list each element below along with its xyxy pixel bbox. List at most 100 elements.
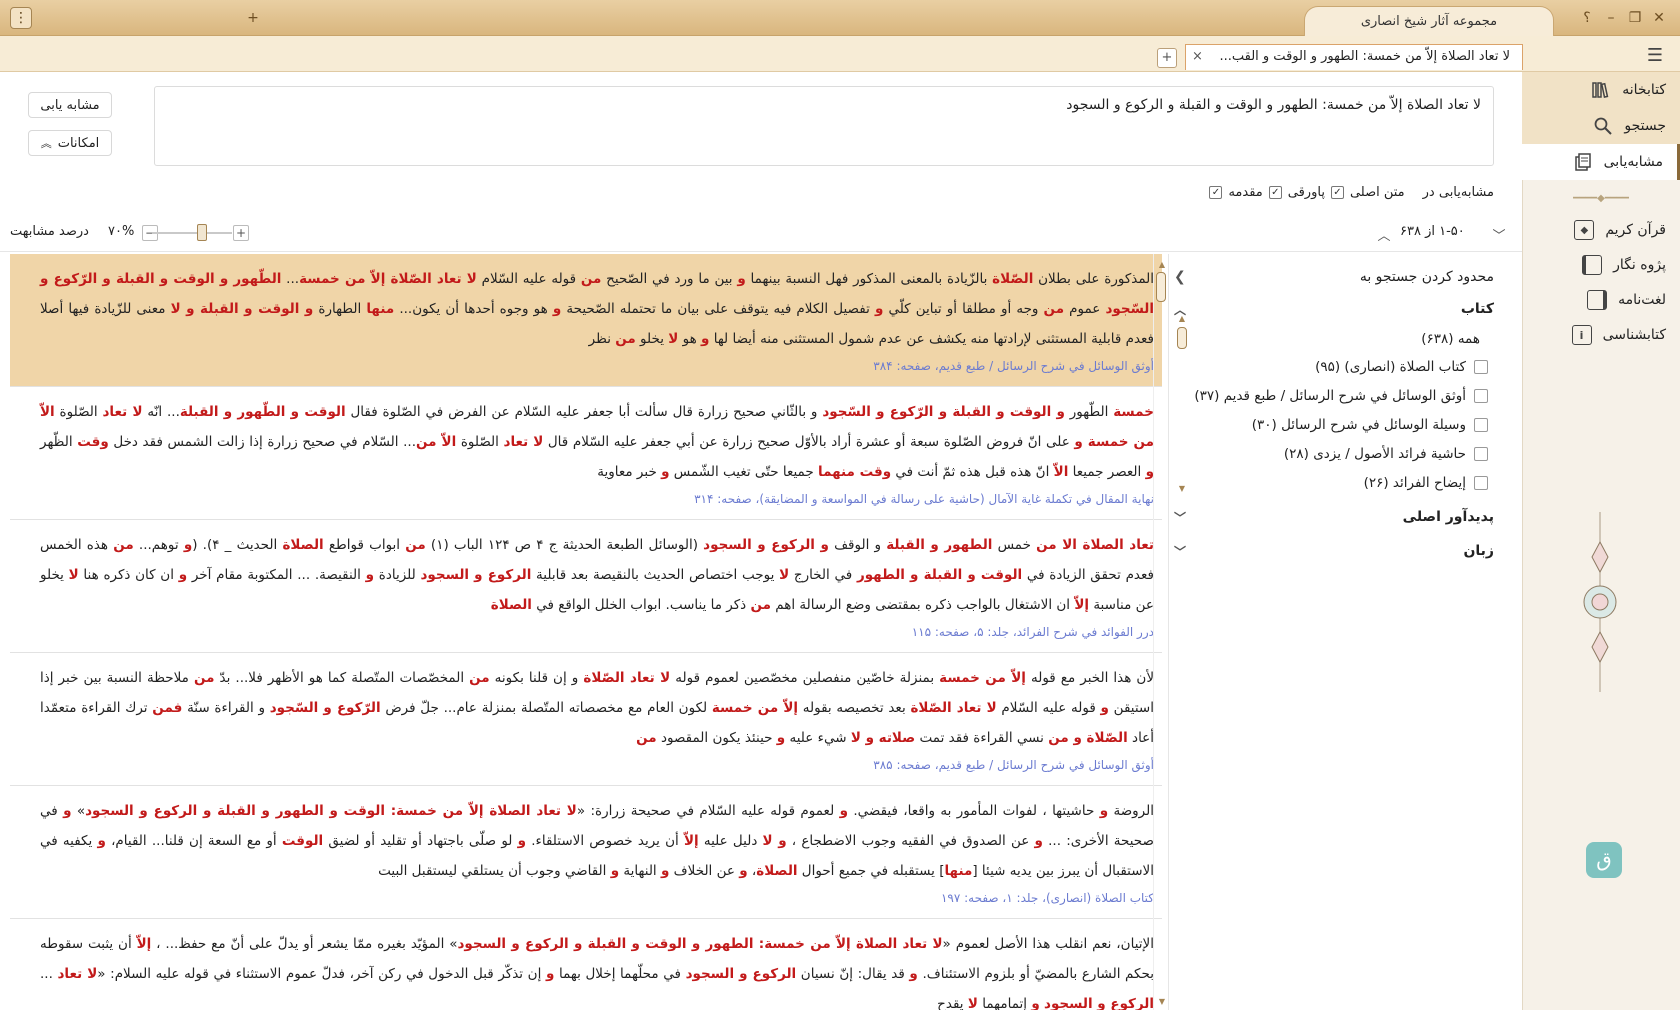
book-filter-row[interactable]: أوثق الوسائل في شرح الرسائل / طبع قديم (… [1188,383,1488,409]
previous-page-chevron-icon[interactable]: ︿ [1376,225,1392,244]
sidebar-item-label: کتابخانه [1622,82,1666,98]
query-input[interactable]: لا تعاد الصلاة إلاّ من خمسة: الطهور و ال… [154,86,1494,166]
book-filter-list: همه (۶۳۸) کتاب الصلاة (انصاری) (۹۵) أوثق … [1188,326,1508,498]
filter-panel: محدود کردن جستجو به ❯ کتاب ︿ ▲ ▼ همه (۶۳… [1168,254,1508,1010]
search-icon [1590,113,1616,139]
options-button[interactable]: امکانات ︽ [28,130,112,156]
result-item[interactable]: خمسة الطّهور و الوقت و القبلة و الرّكوع … [10,387,1162,520]
minimize-button[interactable]: – [1600,8,1622,28]
author-section-label: پدیدآور اصلی [1402,509,1494,525]
sidebar-item-similarity[interactable]: مشابه‌یابی [1522,144,1680,180]
book-section-header[interactable]: کتاب ︿ [1168,296,1508,322]
author-section-header[interactable]: پدیدآور اصلی ﹀ [1168,504,1508,530]
book-filter-label: حاشية فرائد الأصول / يزدى (۲۸) [1283,446,1466,462]
main-text-checkbox[interactable]: ✓ [1330,185,1344,199]
result-item[interactable]: لأن هذا الخبر مع قوله إلاّ من خمسة بمنزل… [10,653,1162,786]
similarity-icon [1570,149,1596,175]
result-text: لأن هذا الخبر مع قوله إلاّ من خمسة بمنزل… [40,670,1155,746]
book-list-scrollbar[interactable]: ▲ ▼ [1177,314,1187,494]
document-tab-label: لا تعاد الصلاة إلاّ من خمسة: الطهور و ال… [1219,49,1510,64]
sidebar-item-research-notes[interactable]: پژوه نگار [1522,247,1680,283]
dictionary-icon [1584,287,1610,313]
find-similar-button[interactable]: مشابه یابی [28,92,112,118]
ornament-divider: ━━━━◆━━━━ [1573,193,1629,204]
book-filter-label: همه (۶۳۸) [1421,331,1480,347]
intro-option-label: مقدمه [1228,184,1263,200]
sidebar-item-quran[interactable]: ◆ قرآن کریم [1522,212,1680,248]
sidebar: کتابخانه جستجو مشابه‌یابی ━━━━◆━━━━ ◆ قر… [1522,72,1680,1010]
sidebar-item-dictionary[interactable]: لغت‌نامه [1522,282,1680,318]
scroll-down-icon[interactable]: ▼ [1156,997,1165,1006]
notebook-icon [1579,252,1605,278]
results-list: المذكورة على بطلان الصّلاة بالزّيادة بال… [10,254,1162,1010]
restore-button[interactable]: ❐ [1624,8,1646,28]
result-source-link[interactable]: أوثق الوسائل في شرح الرسائل / طبع قديم، … [40,356,1154,376]
title-bar: مجموعه آثار شیخ انصاری + ؟ – ❐ ✕ ⋮ [0,0,1680,36]
chevron-down-icon: ﹀ [1174,510,1187,525]
book-filter-label: وسيلة الوسائل في شرح الرسائل (۳۰) [1251,417,1466,433]
book-filter-row[interactable]: وسيلة الوسائل في شرح الرسائل (۳۰) [1188,412,1488,438]
add-document-tab-button[interactable]: + [1157,48,1177,68]
scroll-up-icon[interactable]: ▲ [1177,314,1187,323]
result-source-link[interactable]: درر الفوائد في شرح الفرائد، جلد: ۵، صفحه… [40,622,1154,642]
language-section-header[interactable]: زبان ﹀ [1168,538,1508,564]
book-list-scroll-thumb[interactable] [1177,327,1187,349]
result-item[interactable]: الإتيان، نعم انقلب هذا الأصل لعموم «لا ت… [10,919,1162,1010]
bibliography-icon: i [1569,322,1595,348]
sidebar-item-bibliography[interactable]: i کتابشناسی [1522,317,1680,353]
book-filter-checkbox[interactable] [1474,389,1488,403]
close-tab-icon[interactable]: × [1192,45,1203,69]
book-filter-checkbox[interactable] [1474,360,1488,374]
book-filter-row[interactable]: کتاب الصلاة (انصاری) (۹۵) [1188,354,1488,380]
results-scroll-thumb[interactable] [1156,272,1166,302]
book-section-label: کتاب [1460,301,1494,317]
sidebar-item-label: پژوه نگار [1613,257,1666,273]
library-icon [1588,77,1614,103]
document-tab-bar: لا تعاد الصلاة إلاّ من خمسة: الطهور و ال… [0,36,1680,72]
result-text: المذكورة على بطلان الصّلاة بالزّيادة بال… [40,271,1155,347]
scroll-down-icon[interactable]: ▼ [1177,484,1187,493]
help-button[interactable]: ؟ [1576,8,1598,28]
book-filter-label: أوثق الوسائل في شرح الرسائل / طبع قديم (… [1194,388,1466,404]
sidebar-item-library[interactable]: کتابخانه [1522,72,1680,108]
results-scrollbar[interactable]: ▲ ▼ [1153,254,1167,1010]
hamburger-menu-icon[interactable]: ☰ [1644,45,1666,66]
book-filter-row[interactable]: إيضاح الفرائد (۲۶) [1188,470,1488,496]
limit-search-label: محدود کردن جستجو به [1359,269,1494,285]
find-similar-label: مشابه یابی [40,97,100,113]
similarity-slider-thumb[interactable] [196,224,207,241]
app-tab[interactable]: مجموعه آثار شیخ انصاری [1304,6,1554,36]
sidebar-item-search[interactable]: جستجو [1522,108,1680,144]
app-menu-button[interactable]: ⋮ [10,7,32,29]
book-filter-checkbox[interactable] [1474,476,1488,490]
result-source-link[interactable]: كتاب الصلاة (انصاری)، جلد: ۱، صفحه: ۱۹۷ [40,888,1154,908]
book-filter-checkbox[interactable] [1474,447,1488,461]
options-label: امکانات [57,135,100,151]
result-source-link[interactable]: أوثق الوسائل في شرح الرسائل / طبع قديم، … [40,755,1154,775]
limit-search-title: محدود کردن جستجو به ❯ [1168,264,1508,290]
document-tab[interactable]: لا تعاد الصلاة إلاّ من خمسة: الطهور و ال… [1185,44,1523,70]
book-filter-label: کتاب الصلاة (انصاری) (۹۵) [1315,359,1466,375]
similarity-percent-value: ۷۰% [108,224,135,239]
book-filter-row[interactable]: حاشية فرائد الأصول / يزدى (۲۸) [1188,441,1488,467]
close-button[interactable]: ✕ [1648,8,1670,28]
main-text-option-label: متن اصلی [1349,184,1405,200]
result-item[interactable]: المذكورة على بطلان الصّلاة بالزّيادة بال… [10,254,1162,387]
sidebar-item-label: کتابشناسی [1602,327,1666,343]
similarity-slider-track[interactable] [152,232,232,234]
chevron-down-icon: ﹀ [1174,544,1187,559]
next-page-chevron-icon[interactable]: ﹀ [1490,225,1508,244]
result-item[interactable]: تعاد الصلاة الا من خمس الطهور و القبلة و… [10,520,1162,653]
footnote-checkbox[interactable]: ✓ [1268,185,1282,199]
scroll-up-icon[interactable]: ▲ [1156,260,1165,269]
result-source-link[interactable]: نهاية المقال في تكملة غاية الآمال (حاشية… [40,489,1154,509]
add-window-tab-button[interactable]: + [242,8,264,28]
sidebar-item-label: مشابه‌یابی [1603,154,1663,170]
book-filter-all[interactable]: همه (۶۳۸) [1188,326,1480,352]
result-text: الإتيان، نعم انقلب هذا الأصل لعموم «لا ت… [40,936,1154,1010]
book-filter-checkbox[interactable] [1474,418,1488,432]
intro-checkbox[interactable]: ✓ [1209,185,1223,199]
result-item[interactable]: الروضة و حاشيتها ، لفوات المأمور به واقع… [10,786,1162,919]
increase-similarity-button[interactable]: + [233,225,249,241]
collapse-panel-chevron-icon[interactable]: ❯ [1174,269,1186,285]
